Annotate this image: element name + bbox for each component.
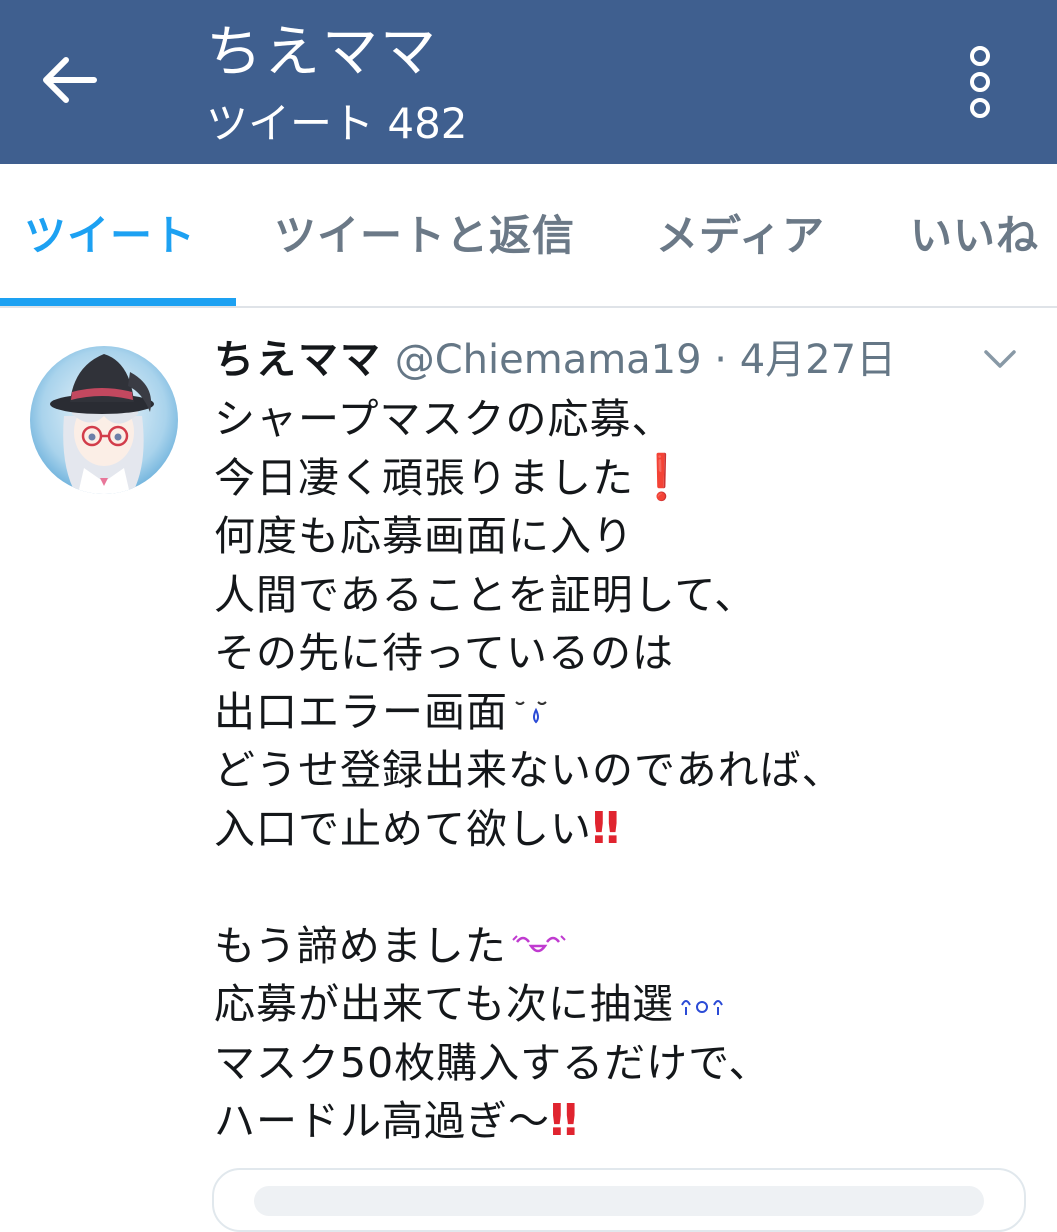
tweet-author-name[interactable]: ちえママ [214,337,382,383]
double-exclamation-emoji: ‼ [550,1095,578,1146]
tweet-header: ちえママ @Chiemama19 · 4月27日 [214,330,896,390]
tweet-line: 入口で止めて欲しい‼ [214,802,620,854]
tweet-author-handle[interactable]: @Chiemama19 [395,337,702,383]
arrow-left-icon [43,57,97,103]
app-header: ちえママ ツイート 482 [0,0,1057,164]
more-options-button[interactable] [950,42,1010,122]
crying-kaomoji-icon [678,978,726,1037]
chevron-down-icon [984,350,1016,368]
back-button[interactable] [30,40,110,120]
tweet-text: シャープマスクの応募、 今日凄く頑張りました❗ 何度も応募画面に入り 人間である… [214,390,1034,1151]
tab-likes[interactable]: いいね [910,202,1039,272]
tweet-line: 出口エラー画面 [214,683,1034,742]
tweet-line: 今日凄く頑張りました❗ [214,451,689,503]
profile-tabs: ツイート ツイートと返信 メディア いいね [0,164,1057,308]
tweet-count: ツイート 482 [206,99,468,148]
profile-title: ちえママ [206,20,438,85]
sweat-kaomoji-icon [512,685,554,744]
tweet-line: シャープマスクの応募、 [214,395,674,443]
tweet-date[interactable]: 4月27日 [740,337,896,383]
double-exclamation-emoji: ‼ [592,802,620,854]
avatar[interactable] [30,346,178,494]
tab-media[interactable]: メディア [656,202,825,272]
active-tab-indicator [0,298,236,306]
tweet-line: その先に待っているのは [214,629,674,677]
tweet-line: 人間であることを証明して、 [214,570,757,619]
laughing-kaomoji-icon [511,919,567,978]
tweet-line: ハードル高過ぎ〜‼ [214,1095,578,1146]
tweet-line: マスク50枚購入するだけで、 [214,1038,771,1087]
tweet-media-card[interactable] [212,1168,1026,1232]
tweet-separator: · [714,337,728,383]
avatar-illustration [30,346,178,494]
more-vertical-icon [970,46,990,66]
tab-tweets[interactable]: ツイート [24,202,196,272]
tab-tweets-and-replies[interactable]: ツイートと返信 [274,202,575,272]
more-vertical-icon-dot-3 [970,98,990,118]
tweet-line: どうせ登録出来ないのであれば、 [214,746,844,794]
tweet-line: 応募が出来ても次に抽選 [214,975,1034,1034]
tweet-menu-button[interactable] [980,340,1020,380]
exclamation-emoji: ❗ [634,451,689,503]
media-card-preview [254,1186,984,1216]
tweet-line: 何度も応募画面に入り [214,512,634,560]
more-vertical-icon-dot-2 [970,72,990,92]
tweet-line: もう諦めました [214,917,1034,976]
